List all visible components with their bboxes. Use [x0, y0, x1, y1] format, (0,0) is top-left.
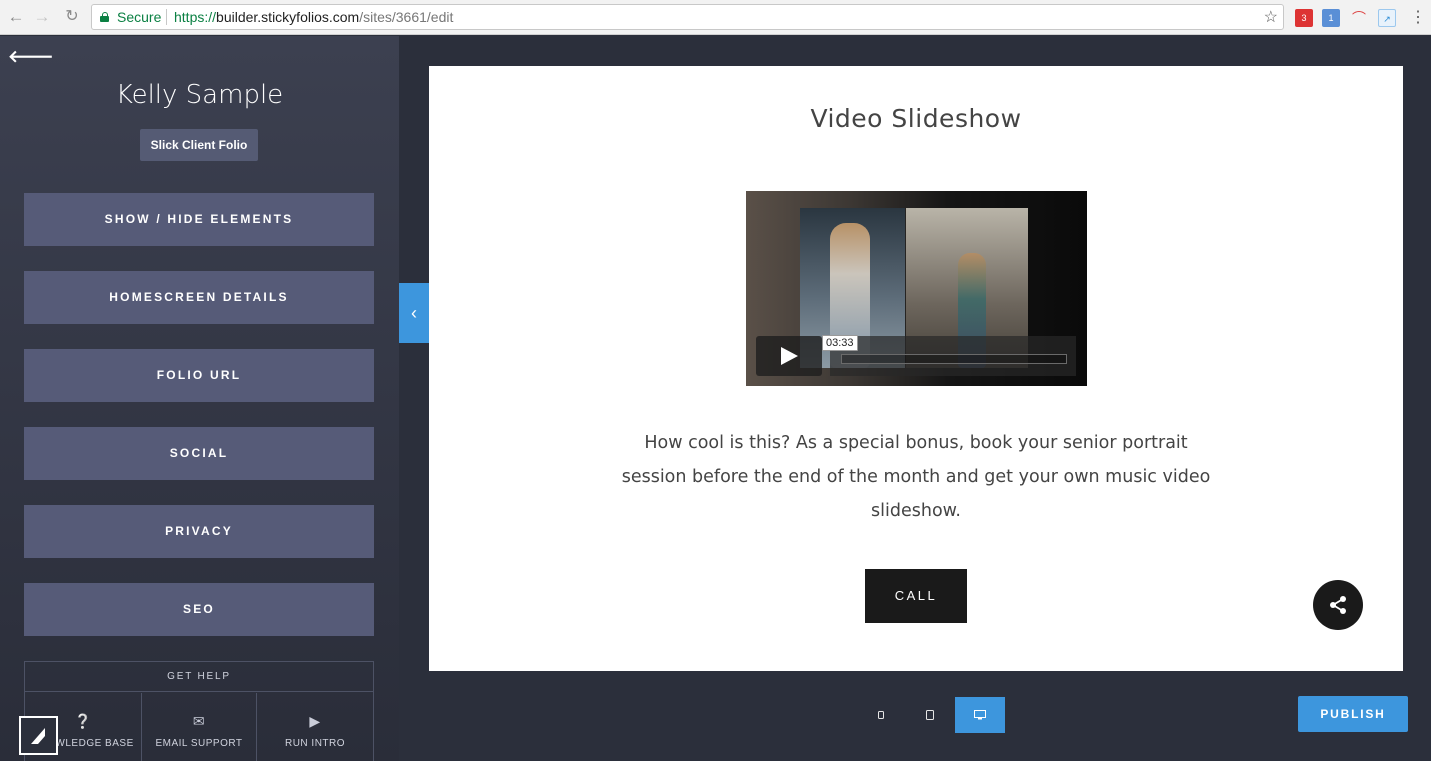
url-scheme: https://: [174, 9, 217, 25]
folio-type-button[interactable]: Slick Client Folio: [140, 129, 258, 161]
browser-menu-icon[interactable]: ⋮: [1410, 7, 1426, 27]
homescreen-details-button[interactable]: HOMESCREEN DETAILS: [24, 271, 374, 324]
logo-mark-icon: [31, 728, 45, 744]
publish-button[interactable]: PUBLISH: [1298, 696, 1408, 732]
extension-code-icon[interactable]: 1: [1322, 9, 1340, 27]
play-icon: ▶: [309, 713, 321, 729]
seo-button[interactable]: SEO: [24, 583, 374, 636]
social-button[interactable]: SOCIAL: [24, 427, 374, 480]
folio-url-button[interactable]: FOLIO URL: [24, 349, 374, 402]
reload-icon[interactable]: ↻: [61, 6, 83, 28]
chevron-left-icon: ‹: [411, 303, 417, 323]
extension-chart-icon[interactable]: ↗: [1378, 9, 1396, 27]
run-intro-button[interactable]: ▶ RUN INTRO: [257, 693, 373, 761]
show-hide-elements-button[interactable]: SHOW / HIDE ELEMENTS: [24, 193, 374, 246]
preview-title: Video Slideshow: [810, 104, 1022, 133]
app-logo-icon[interactable]: [19, 716, 58, 755]
video-time-tooltip: 03:33: [822, 335, 858, 351]
editor-sidebar: 🡐 Kelly Sample Slick Client Folio SHOW /…: [0, 36, 399, 761]
address-bar[interactable]: Secure https://builder.stickyfolios.com/…: [91, 4, 1284, 30]
video-play-button[interactable]: [756, 336, 822, 376]
get-help-panel: GET HELP ❔ KNOWLEDGE BASE ✉ EMAIL SUPPOR…: [24, 661, 374, 761]
extension-mail-icon[interactable]: 3: [1295, 9, 1313, 27]
secure-label: Secure: [117, 9, 162, 25]
lock-icon: [100, 12, 109, 22]
back-arrow-icon[interactable]: 🡐: [8, 47, 54, 67]
desktop-icon: [974, 710, 986, 720]
call-button[interactable]: CALL: [865, 569, 967, 623]
tablet-view-button[interactable]: [915, 697, 945, 733]
url-text[interactable]: https://builder.stickyfolios.com/sites/3…: [174, 9, 453, 25]
share-icon: [1330, 596, 1346, 614]
phone-view-button[interactable]: [866, 697, 896, 733]
collapse-sidebar-button[interactable]: ‹: [399, 283, 429, 343]
tablet-icon: [926, 710, 934, 720]
get-help-title: GET HELP: [25, 662, 373, 692]
extension-rainbow-icon[interactable]: ⌒: [1350, 9, 1368, 27]
site-preview: Video Slideshow 03:33 How cool is this? …: [429, 66, 1403, 671]
email-support-button[interactable]: ✉ EMAIL SUPPORT: [141, 693, 257, 761]
back-arrow-icon[interactable]: ←: [5, 6, 27, 28]
video-seek-bar[interactable]: [841, 354, 1067, 364]
bookmark-star-icon[interactable]: ☆: [1264, 7, 1278, 27]
share-button[interactable]: [1313, 580, 1363, 630]
site-title: Kelly Sample: [115, 80, 284, 110]
video-player[interactable]: 03:33: [746, 191, 1087, 386]
preview-body-text: How cool is this? As a special bonus, bo…: [621, 433, 1211, 521]
phone-icon: [878, 711, 884, 719]
url-path: /sites/3661/edit: [359, 9, 454, 25]
run-intro-label: RUN INTRO: [284, 738, 346, 749]
play-icon: [781, 347, 798, 365]
browser-toolbar: ← → ↻ Secure https://builder.stickyfolio…: [0, 0, 1431, 35]
url-separator: [166, 9, 167, 25]
forward-arrow-icon[interactable]: →: [31, 6, 53, 28]
url-host: builder.stickyfolios.com: [216, 9, 360, 25]
email-support-label: EMAIL SUPPORT: [155, 738, 243, 749]
desktop-view-button[interactable]: [955, 697, 1005, 733]
envelope-icon: ✉: [192, 713, 206, 729]
privacy-button[interactable]: PRIVACY: [24, 505, 374, 558]
